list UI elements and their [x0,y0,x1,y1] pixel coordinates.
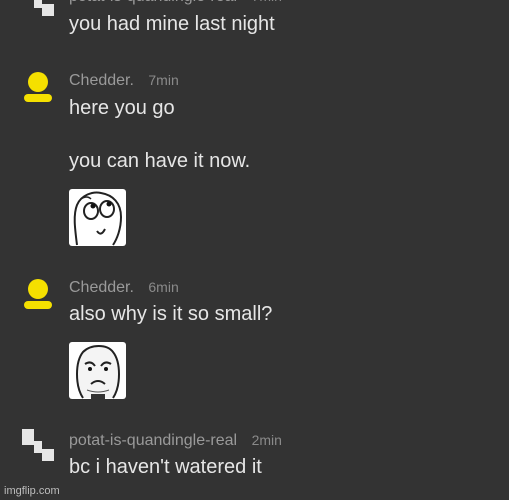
watermark: imgflip.com [4,485,60,497]
message-text: you can have it now. [69,150,251,172]
message-header: Chedder. 7min [69,72,179,90]
username[interactable]: potat-is-quandingle-real [69,432,237,449]
message-header: potat-is-quandingle-real 2min [69,432,282,450]
looking-up-rage-face [69,189,126,246]
timestamp: 7min [252,0,282,4]
message-text: you had mine last night [69,13,275,35]
timestamp: 6min [148,279,179,295]
message-header: potat-is-quandingle-real 7min [69,0,282,6]
okay-rage-face [69,342,126,399]
yellow-person-icon[interactable] [20,277,56,313]
username[interactable]: potat-is-quandingle-real [69,0,237,5]
yellow-person-icon[interactable] [20,70,56,106]
message-text: also why is it so small? [69,303,273,325]
message-text: here you go [69,97,175,119]
message-text: bc i haven't watered it [69,456,262,478]
username[interactable]: Chedder. [69,279,134,296]
okay-face-icon [76,345,120,399]
timestamp: 2min [251,432,282,448]
timestamp: 7min [148,72,179,88]
looking-up-face-icon [73,191,123,246]
pixel-avatar-icon[interactable] [20,427,56,463]
username[interactable]: Chedder. [69,72,134,89]
pixel-avatar-icon[interactable] [20,0,56,18]
message-header: Chedder. 6min [69,279,179,297]
